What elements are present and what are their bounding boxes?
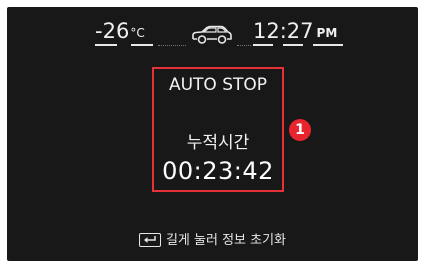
auto-stop-title: AUTO STOP	[168, 75, 268, 95]
underline-segment	[131, 44, 153, 46]
underline-segment	[95, 44, 117, 46]
clock-ampm: PM	[316, 26, 338, 40]
cumulative-time-value: 00:23:42	[162, 157, 274, 185]
car-outline-icon	[192, 25, 232, 44]
dotted-divider	[158, 45, 186, 46]
temperature-unit: °C	[130, 26, 145, 40]
auto-stop-panel: AUTO STOP 누적시간 00:23:42	[152, 67, 284, 192]
clock-time: 12:27	[253, 19, 314, 43]
reset-hint-text: 길게 눌러 정보 초기화	[165, 233, 287, 248]
underline-segment	[283, 44, 303, 46]
temperature-value: -26	[95, 19, 130, 43]
callout-marker: 1	[289, 119, 311, 141]
cumulative-time-label: 누적시간	[186, 133, 250, 153]
reset-hint: 길게 눌러 정보 초기화	[7, 232, 418, 250]
underline-segment	[313, 44, 343, 46]
clock: 12:27 PM	[253, 19, 337, 45]
outside-temperature: -26°C	[95, 19, 145, 45]
cluster-display: -26°C 12:27 PM AUTO STOP 누적시간 00:23:42 1 …	[7, 7, 418, 261]
dotted-divider	[237, 45, 251, 46]
enter-key-icon	[138, 233, 161, 247]
status-bar: -26°C 12:27 PM	[7, 7, 418, 55]
underline-segment	[253, 44, 273, 46]
